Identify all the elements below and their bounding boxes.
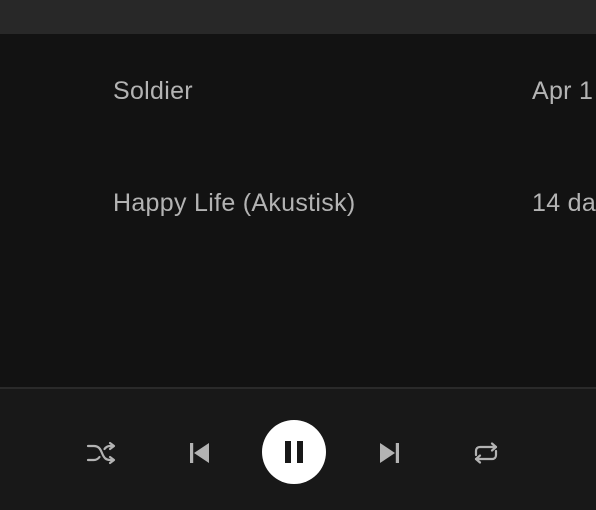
shuffle-button[interactable] [84, 436, 120, 470]
track-title: Soldier [113, 77, 193, 105]
track-list: Soldier Apr 1 Happy Life (Akustisk) 14 d… [0, 34, 596, 387]
repeat-icon [474, 442, 498, 464]
track-date-added: Apr 1 [532, 77, 594, 105]
player-controls-bar [0, 389, 596, 510]
next-icon [380, 443, 399, 463]
track-row[interactable]: Soldier Apr 1 [0, 63, 596, 119]
previous-button[interactable] [182, 436, 216, 470]
play-pause-button[interactable] [262, 420, 326, 484]
music-app: Soldier Apr 1 Happy Life (Akustisk) 14 d… [0, 0, 596, 510]
repeat-button[interactable] [468, 436, 504, 470]
track-date-added: 14 da [532, 189, 596, 217]
shuffle-icon [86, 441, 116, 465]
track-title: Happy Life (Akustisk) [113, 189, 356, 217]
track-row[interactable]: Happy Life (Akustisk) 14 da [0, 175, 596, 231]
pause-icon [285, 441, 303, 463]
top-bar [0, 0, 596, 34]
previous-icon [190, 443, 209, 463]
next-button[interactable] [373, 436, 407, 470]
